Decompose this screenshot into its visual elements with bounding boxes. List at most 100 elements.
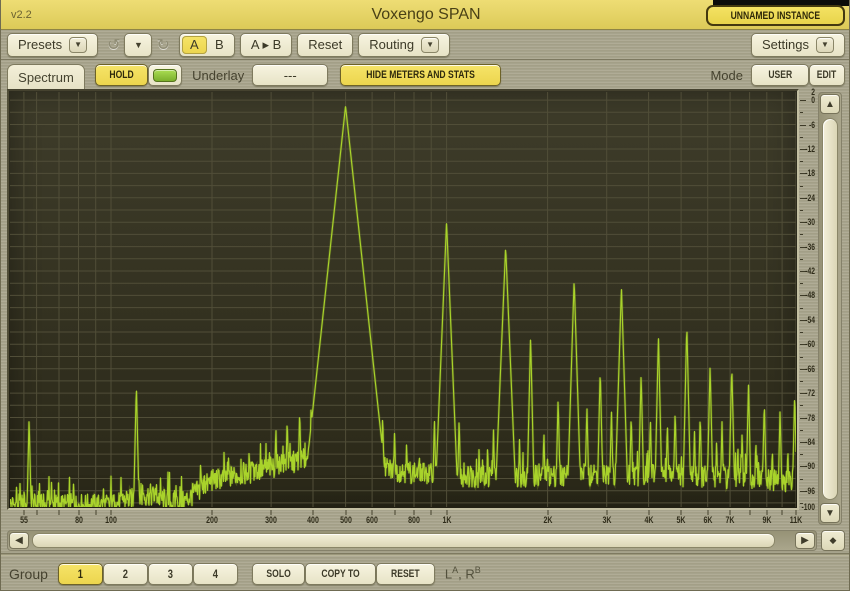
presets-button[interactable]: Presets ▼ — [7, 33, 98, 57]
reset-button[interactable]: Reset — [297, 33, 353, 57]
spectrum-color-button[interactable] — [148, 64, 182, 86]
horizontal-scrollbar-thumb[interactable] — [32, 533, 775, 548]
db-tick — [800, 283, 803, 284]
db-tick — [800, 357, 803, 358]
db-tick — [800, 100, 806, 101]
group-2-label: 2 — [123, 567, 128, 581]
presets-dropdown-icon[interactable]: ▼ — [69, 37, 87, 53]
group-2-button[interactable]: 2 — [103, 563, 148, 585]
freq-tick-label: 5K — [677, 515, 686, 525]
arrow-up-icon: ▲ — [825, 99, 835, 110]
redo-icon: ↻ — [152, 35, 173, 55]
instance-name-button[interactable]: UNNAMED INSTANCE — [706, 5, 845, 26]
routing-label: Routing — [369, 37, 414, 52]
vertical-scrollbar-thumb[interactable] — [822, 118, 838, 500]
underlay-label: Underlay — [192, 68, 244, 83]
db-tick — [800, 454, 803, 455]
db-tick-label: -96 — [805, 486, 815, 496]
zoom-fit-button[interactable]: ◆ — [821, 530, 845, 551]
db-tick — [800, 308, 803, 309]
db-tick — [800, 259, 803, 260]
vertical-scrollbar[interactable]: ▲ ▼ — [818, 92, 842, 525]
hide-meters-stats-button[interactable]: HIDE METERS AND STATS — [340, 64, 501, 86]
mode-user-button[interactable]: USER — [751, 64, 809, 86]
db-tick-label: -48 — [805, 290, 815, 300]
db-tick-label: -36 — [805, 242, 815, 252]
freq-tick-label: 800 — [408, 515, 420, 525]
scroll-down-button[interactable]: ▼ — [820, 503, 840, 523]
group-label: Group — [9, 566, 48, 582]
group-bar: Group 1 2 3 4 SOLO COPY TO RESET LA, RB — [1, 556, 850, 591]
copy-a-to-b-label: A ▸ B — [251, 37, 281, 53]
undo-icon: ↺ — [103, 35, 124, 55]
group-1-button[interactable]: 1 — [58, 563, 103, 585]
copy-to-button[interactable]: COPY TO — [305, 563, 376, 585]
group-reset-button[interactable]: RESET — [376, 563, 435, 585]
db-tick-label: -100 — [801, 502, 815, 512]
hold-label: HOLD — [109, 69, 133, 81]
group-3-label: 3 — [168, 567, 173, 581]
reset-label: Reset — [308, 37, 342, 52]
scroll-right-button[interactable]: ▶ — [795, 532, 815, 549]
underlay-select-button[interactable]: --- — [252, 64, 328, 86]
mode-edit-button[interactable]: EDIT — [809, 64, 845, 86]
db-tick — [800, 125, 806, 126]
routing-button[interactable]: Routing ▼ — [358, 33, 450, 57]
db-tick-label: -6 — [809, 120, 815, 130]
db-tick — [800, 112, 803, 113]
db-tick-label: -42 — [805, 266, 815, 276]
freq-tick — [782, 510, 783, 515]
span-plugin-window: v2.2 Voxengo SPAN UNNAMED INSTANCE Prese… — [0, 0, 850, 591]
tab-spectrum[interactable]: Spectrum — [7, 64, 85, 89]
db-tick-label: -12 — [805, 144, 815, 154]
arrow-right-icon: ▶ — [801, 535, 809, 546]
horizontal-scrollbar[interactable]: ◀ ▶ — [7, 530, 817, 551]
copy-to-label: COPY TO — [321, 568, 359, 580]
freq-tick-label: 3K — [602, 515, 611, 525]
freq-tick-label: 80 — [75, 515, 83, 525]
hold-button[interactable]: HOLD — [95, 64, 148, 86]
group-4-label: 4 — [213, 567, 218, 581]
freq-tick-label: 7K — [726, 515, 735, 525]
freq-tick-label: 9K — [762, 515, 771, 525]
history-dropdown-button[interactable]: ▼ — [124, 33, 152, 57]
db-tick-label: 0 — [811, 95, 815, 105]
settings-label: Settings — [762, 37, 809, 52]
channel-assignment-label: LA, RB — [445, 565, 481, 581]
db-tick-label: -60 — [805, 339, 815, 349]
solo-button[interactable]: SOLO — [252, 563, 305, 585]
freq-tick-label: 500 — [340, 515, 352, 525]
db-tick — [800, 381, 803, 382]
settings-dropdown-icon[interactable]: ▼ — [816, 37, 834, 53]
ab-option-b[interactable]: B — [207, 36, 232, 54]
freq-tick-label: 6K — [703, 515, 712, 525]
spectrum-plot[interactable] — [10, 92, 796, 507]
db-tick-label: -84 — [805, 437, 815, 447]
db-tick — [800, 161, 803, 162]
scroll-left-button[interactable]: ◀ — [9, 532, 29, 549]
freq-tick — [95, 510, 96, 515]
tab-spectrum-label: Spectrum — [18, 70, 74, 85]
freq-tick-label: 1K — [442, 515, 451, 525]
freq-tick-label: 200 — [206, 515, 218, 525]
settings-button[interactable]: Settings ▼ — [751, 33, 845, 57]
db-scale: 20-6-12-18-24-30-36-42-48-54-60-66-72-78… — [800, 92, 815, 511]
ab-option-a[interactable]: A — [182, 36, 207, 54]
copy-a-to-b-button[interactable]: A ▸ B — [240, 33, 292, 57]
group-3-button[interactable]: 3 — [148, 563, 193, 585]
ab-compare-switch[interactable]: A B — [179, 33, 235, 57]
routing-dropdown-icon[interactable]: ▼ — [421, 37, 439, 53]
spectrum-svg[interactable] — [10, 92, 796, 507]
freq-tick-label: 4K — [644, 515, 653, 525]
db-tick-label: -54 — [805, 315, 815, 325]
spectrum-color-swatch — [153, 69, 177, 82]
underlay-value: --- — [284, 68, 297, 83]
mode-label: Mode — [710, 68, 743, 83]
group-4-button[interactable]: 4 — [193, 563, 238, 585]
freq-tick — [59, 510, 60, 515]
presets-label: Presets — [18, 37, 62, 52]
scroll-up-button[interactable]: ▲ — [820, 94, 840, 114]
group-reset-label: RESET — [391, 568, 420, 580]
freq-tick-label: 600 — [366, 515, 378, 525]
db-tick — [800, 479, 803, 480]
